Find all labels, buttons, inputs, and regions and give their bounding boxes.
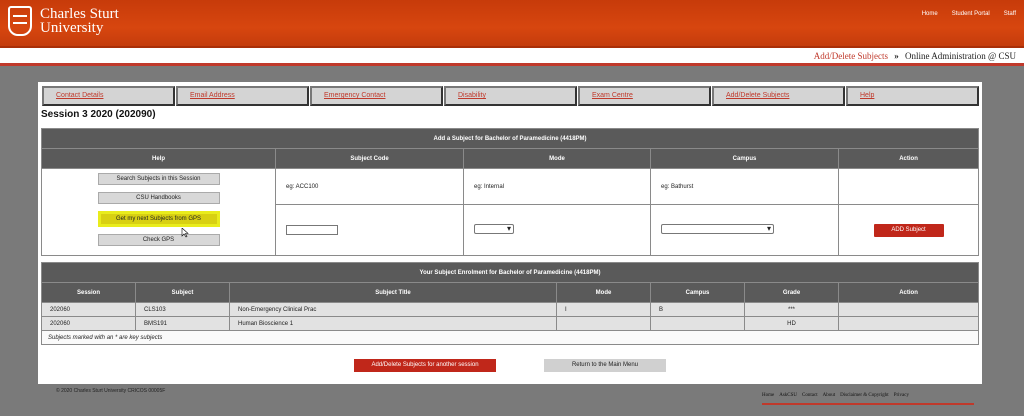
logo-line-2: University xyxy=(40,20,104,36)
site-header: Charles Sturt University Home Student Po… xyxy=(0,0,1024,48)
another-session-button[interactable]: Add/Delete Subjects for another session xyxy=(354,359,496,372)
footer-link-home[interactable]: Home xyxy=(762,393,774,398)
table-row: 202060 BMS191 Human Bioscience 1 HD xyxy=(41,316,980,331)
key-subjects-note: Subjects marked with an * are key subjec… xyxy=(40,330,980,345)
action-cell: ADD Subject xyxy=(837,204,980,256)
add-subject-title: Add a Subject for Bachelor of Paramedici… xyxy=(40,128,980,149)
example-subject-code: eg: ACC100 xyxy=(275,168,464,205)
top-link-student-portal[interactable]: Student Portal xyxy=(952,11,990,17)
subject-code-input[interactable] xyxy=(286,225,338,235)
tab-emergency-contact[interactable]: Emergency Contact xyxy=(310,86,443,106)
cell-action xyxy=(837,316,980,331)
example-action-cell xyxy=(837,168,980,205)
footer-divider xyxy=(762,403,974,405)
mode-cell xyxy=(463,204,651,256)
enrolment-title: Your Subject Enrolment for Bachelor of P… xyxy=(40,262,980,283)
subject-code-cell xyxy=(275,204,464,256)
csu-handbooks-button[interactable]: CSU Handbooks xyxy=(97,192,220,204)
footer-nav: Home AskCSU Contact About Disclaimer & C… xyxy=(762,393,909,398)
column-header-campus: Campus xyxy=(650,148,839,169)
add-subject-button[interactable]: ADD Subject xyxy=(873,223,944,237)
tab-email-address[interactable]: Email Address xyxy=(176,86,309,106)
content-panel: Contact Details Email Address Emergency … xyxy=(38,82,982,384)
column-header-grade: Grade xyxy=(744,282,839,303)
tab-add-delete-subjects[interactable]: Add/Delete Subjects xyxy=(712,86,845,106)
cell-campus xyxy=(650,316,745,331)
example-campus: eg: Bathurst xyxy=(650,168,839,205)
column-header-mode: Mode xyxy=(463,148,651,169)
tab-contact-details[interactable]: Contact Details xyxy=(42,86,175,106)
column-header-campus: Campus xyxy=(650,282,745,303)
top-nav: Home Student Portal Staff xyxy=(922,11,1016,17)
column-header-session: Session xyxy=(41,282,136,303)
top-link-staff[interactable]: Staff xyxy=(1004,11,1016,17)
enrolment-table: Your Subject Enrolment for Bachelor of P… xyxy=(40,262,980,345)
mouse-cursor-icon xyxy=(181,228,189,238)
column-header-action: Action xyxy=(837,148,980,169)
column-header-mode: Mode xyxy=(556,282,651,303)
column-header-action: Action xyxy=(837,282,980,303)
column-header-help: Help xyxy=(41,148,276,169)
csu-logo[interactable]: Charles Sturt University xyxy=(8,6,119,36)
tab-help[interactable]: Help xyxy=(846,86,979,106)
table-row: 202060 CLS103 Non-Emergency Clinical Pra… xyxy=(41,302,980,317)
breadcrumb-separator: » xyxy=(894,51,899,61)
cell-subject: BMS191 xyxy=(135,316,230,331)
copyright-text: © 2020 Charles Sturt University CRICOS 0… xyxy=(56,388,166,394)
breadcrumb-current: Online Administration @ CSU xyxy=(904,51,1016,61)
tab-bar: Contact Details Email Address Emergency … xyxy=(42,86,980,106)
campus-select[interactable] xyxy=(661,224,774,234)
breadcrumb-link[interactable]: Add/Delete Subjects xyxy=(814,51,888,61)
tab-exam-centre[interactable]: Exam Centre xyxy=(578,86,711,106)
cell-subject-title: Non-Emergency Clinical Prac xyxy=(229,302,557,317)
get-next-subjects-gps-button[interactable]: Get my next Subjects from GPS xyxy=(97,211,220,227)
column-header-subject-title: Subject Title xyxy=(229,282,557,303)
cell-mode: I xyxy=(556,302,651,317)
footer-link-askcsu[interactable]: AskCSU xyxy=(779,393,797,398)
footer-link-disclaimer[interactable]: Disclaimer & Copyright xyxy=(840,393,889,398)
cell-session: 202060 xyxy=(41,316,136,331)
cell-campus: B xyxy=(650,302,745,317)
cell-subject: CLS103 xyxy=(135,302,230,317)
column-header-subject: Subject xyxy=(135,282,230,303)
tab-disability[interactable]: Disability xyxy=(444,86,577,106)
help-cell: Search Subjects in this Session CSU Hand… xyxy=(41,168,276,256)
breadcrumb: Add/Delete Subjects » Online Administrat… xyxy=(0,48,1024,66)
campus-cell xyxy=(650,204,839,256)
cell-session: 202060 xyxy=(41,302,136,317)
mode-select[interactable] xyxy=(474,224,514,234)
column-header-subject-code: Subject Code xyxy=(275,148,464,169)
footer-link-privacy[interactable]: Privacy xyxy=(894,393,909,398)
session-title: Session 3 2020 (202090) xyxy=(41,109,156,120)
logo-line-1: Charles Sturt xyxy=(40,6,119,22)
main-menu-button[interactable]: Return to the Main Menu xyxy=(544,359,666,372)
search-subjects-button[interactable]: Search Subjects in this Session xyxy=(97,173,220,185)
cell-grade: *** xyxy=(744,302,839,317)
example-mode: eg: Internal xyxy=(463,168,651,205)
logo-text: Charles Sturt University xyxy=(40,6,119,36)
top-link-home[interactable]: Home xyxy=(922,11,938,17)
cell-mode xyxy=(556,316,651,331)
footer-link-about[interactable]: About xyxy=(823,393,836,398)
cell-subject-title: Human Bioscience 1 xyxy=(229,316,557,331)
cell-action xyxy=(837,302,980,317)
footer-link-contact[interactable]: Contact xyxy=(802,393,818,398)
cell-grade: HD xyxy=(744,316,839,331)
check-gps-button[interactable]: Check GPS xyxy=(97,234,220,246)
csu-crest-icon xyxy=(8,6,32,36)
